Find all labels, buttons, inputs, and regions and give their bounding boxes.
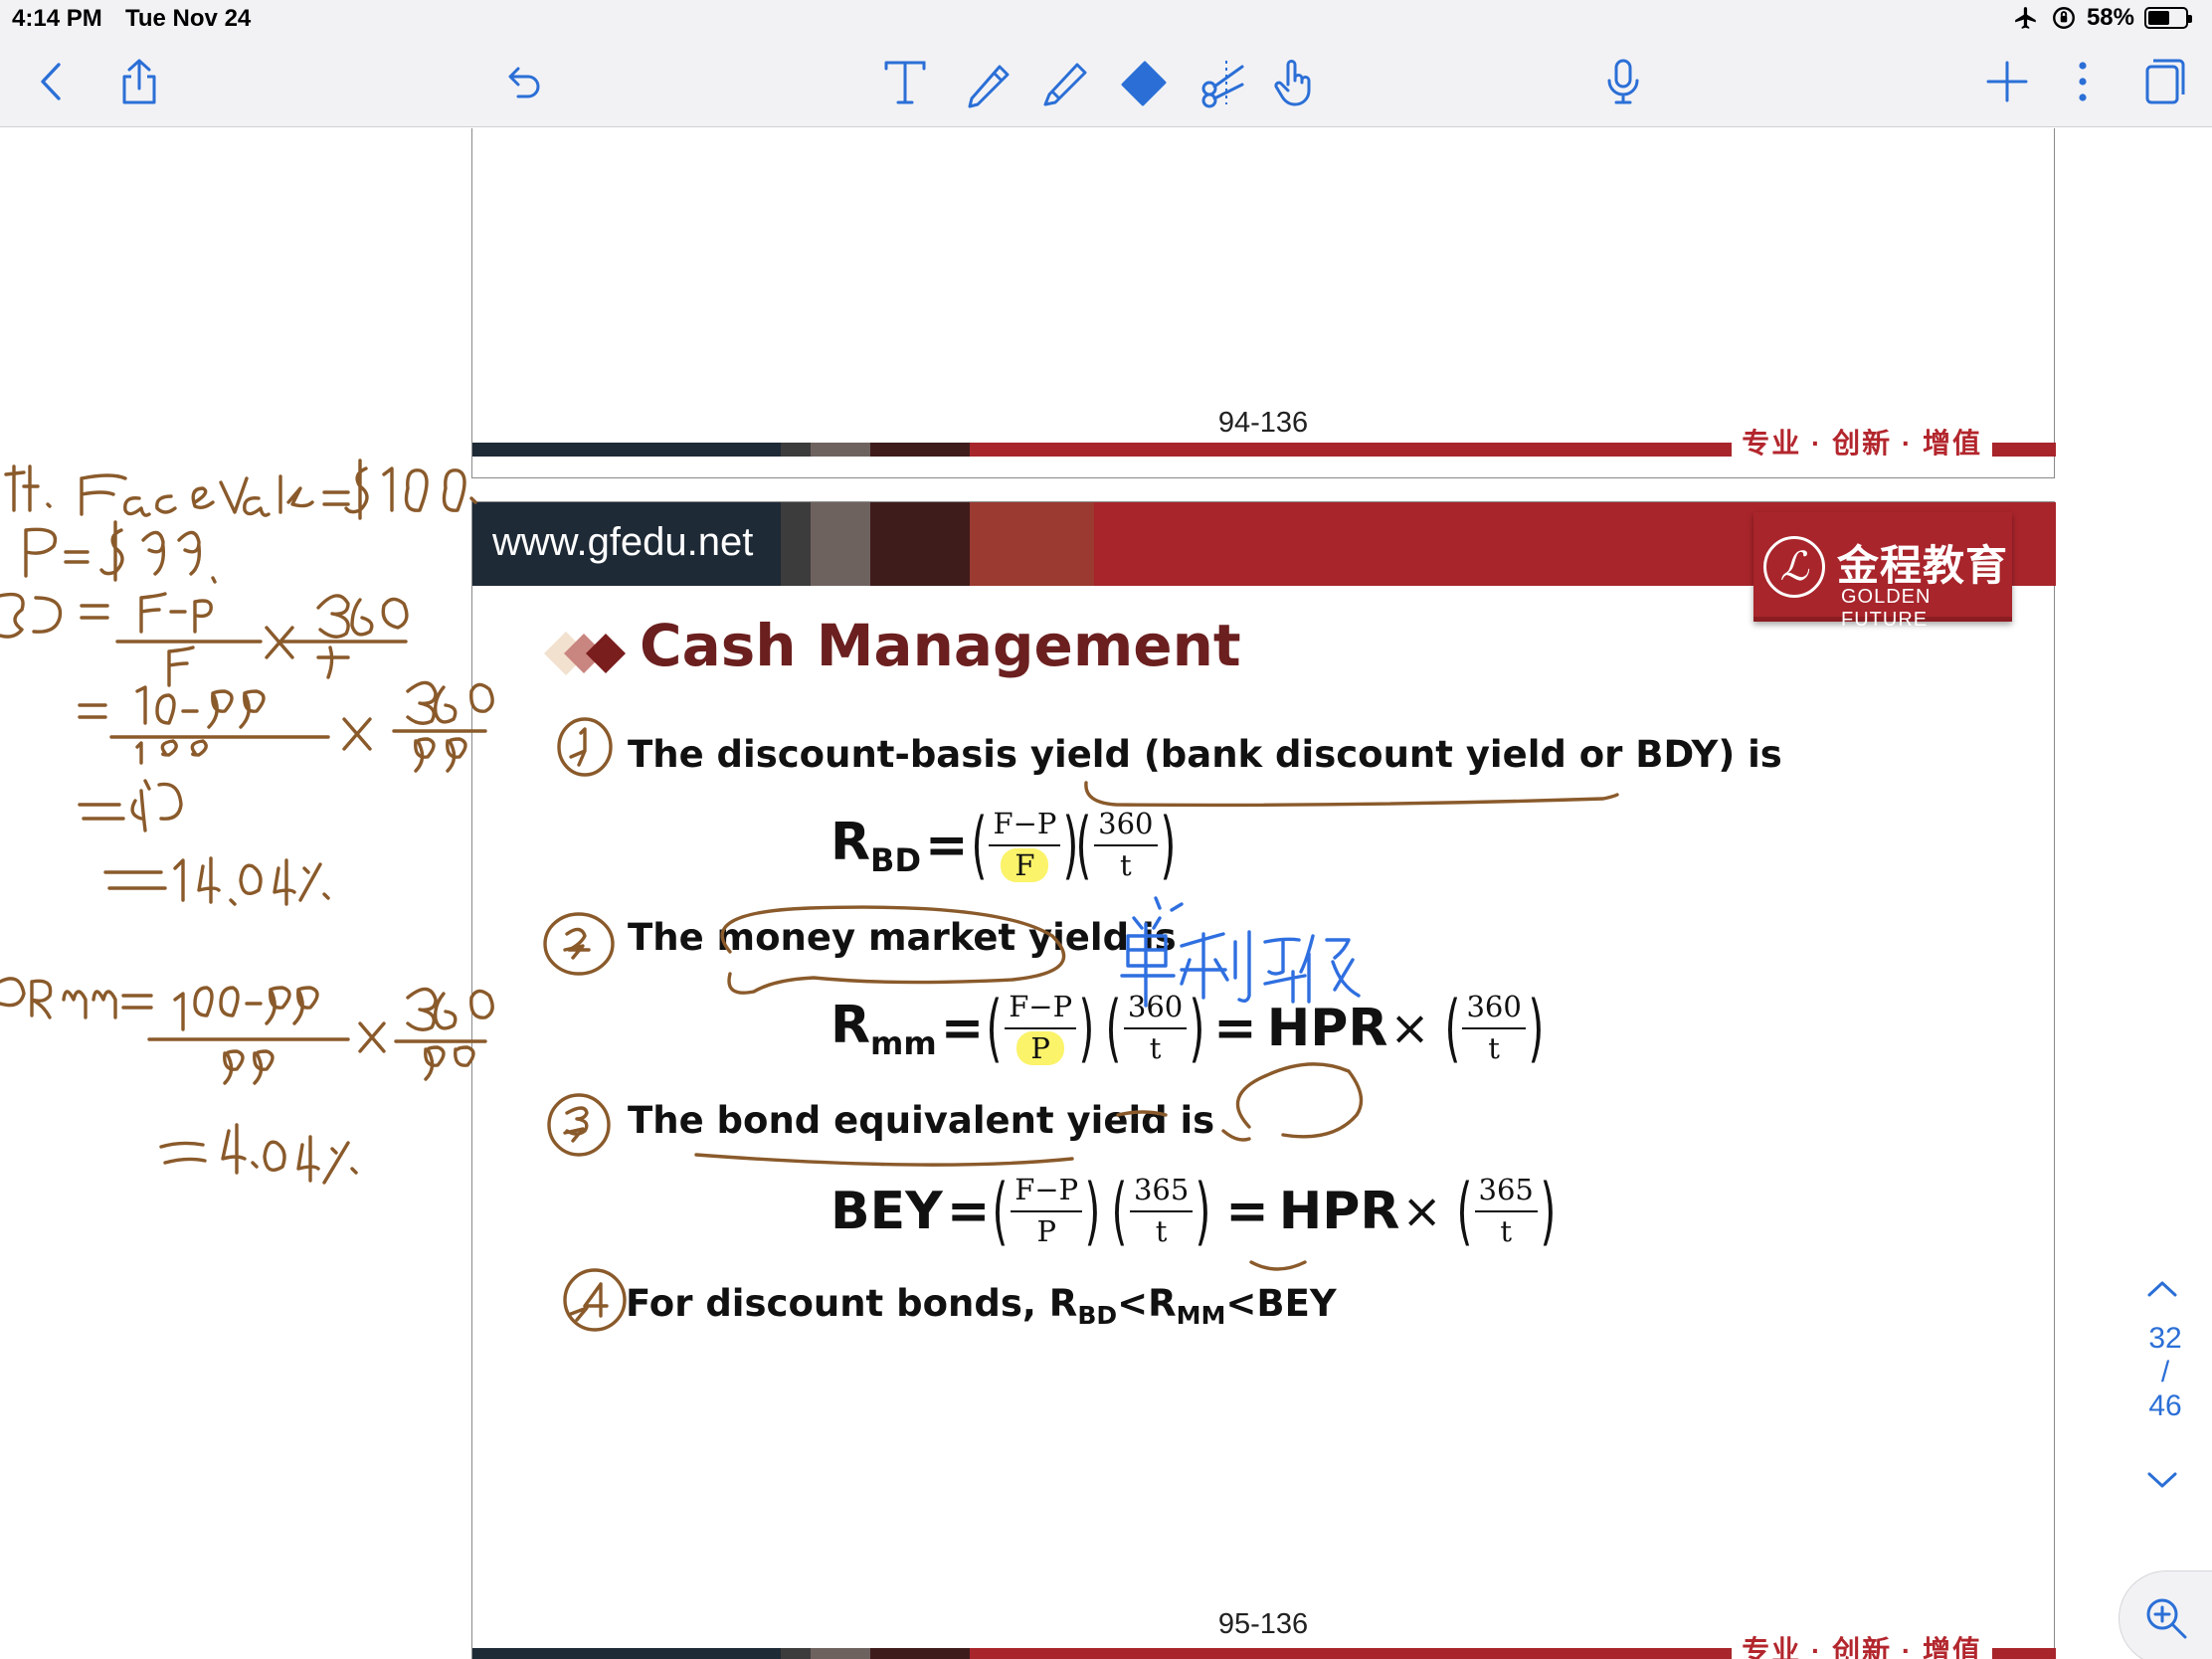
formula-rmm: Rmm = (F−P P) (360 t) = HPR × (360 t) (830, 986, 1545, 1071)
previous-page[interactable]: 94-136 专业 · 创新 · 增值 (471, 128, 2056, 478)
footer-slogan: 专业 · 创新 · 增值 (1732, 429, 1992, 459)
formula-lhs: RBD (830, 812, 921, 879)
record-audio-button[interactable] (1593, 52, 1653, 111)
pen-tool-button[interactable] (957, 52, 1016, 111)
title-diamonds-icon (544, 632, 626, 675)
eraser-tool-button[interactable] (1114, 52, 1174, 111)
lasso-icon (1201, 61, 1244, 108)
eraser-icon (1121, 61, 1167, 106)
add-button[interactable] (1977, 52, 2037, 111)
footer-slogan: 专业 · 创新 · 增值 (1732, 1636, 1992, 1659)
status-indicators: 58% (2011, 4, 2192, 32)
pages-icon (2145, 59, 2185, 104)
formula-lhs: Rmm (830, 995, 937, 1062)
logo-chinese-name: 金程教育 (1837, 542, 2009, 589)
orientation-lock-icon (2053, 7, 2075, 29)
highlight-mark: P (1016, 1031, 1064, 1065)
total-page-number: 46 (2148, 1389, 2182, 1422)
golden-future-logo: ℒ 金程教育 GOLDEN FUTURE (1753, 512, 2012, 631)
battery-percent: 58% (2086, 4, 2134, 31)
text-tool-icon (884, 61, 926, 104)
page-separator: / (2160, 1356, 2170, 1388)
undo-button[interactable] (493, 52, 553, 111)
next-page-button[interactable] (2132, 1455, 2192, 1505)
pages-button[interactable] (2132, 52, 2192, 111)
formula-rbd: RBD = (F−P F) (360 t) (830, 803, 1176, 888)
slide-title: Cash Management (640, 612, 1241, 679)
pencil-tool-button[interactable] (1034, 52, 1094, 111)
current-page[interactable]: www.gfedu.net ℒ 金程教育 GOLDEN FUTURE Cash … (471, 501, 2056, 1659)
toolbar (0, 38, 2212, 127)
highlight-mark: F (1001, 848, 1049, 882)
previous-page-button[interactable] (2132, 1264, 2192, 1314)
logo-english-name: GOLDEN FUTURE (1841, 586, 1932, 631)
microphone-icon (1607, 59, 1639, 104)
page-indicator[interactable]: 32 / 46 (2128, 1322, 2202, 1423)
battery-icon (2144, 7, 2192, 29)
share-button[interactable] (109, 52, 169, 111)
logo-emblem-icon: ℒ (1763, 536, 1825, 598)
formula-bey: BEY = (F−P P) (365 t) = HPR × (365 t) (830, 1169, 1557, 1254)
back-icon (41, 63, 61, 100)
zoom-button[interactable] (2119, 1570, 2212, 1659)
chevron-down-icon (2147, 1472, 2177, 1488)
hand-tool-button[interactable] (1265, 52, 1325, 111)
highlighter-icon (1043, 63, 1087, 106)
zoom-in-icon (2146, 1598, 2187, 1639)
hand-pointer-icon (1274, 60, 1311, 106)
bullet-money-market-yield: The money market yield is (628, 916, 1177, 959)
pen-icon (968, 65, 1010, 108)
document-canvas[interactable]: 94-136 专业 · 创新 · 增值 www.gfedu.net ℒ 金程教育… (0, 128, 2212, 1659)
current-page-number: 32 (2148, 1322, 2182, 1355)
chevron-up-icon (2147, 1281, 2177, 1297)
bullet-discount-yield: The discount-basis yield (bank discount … (628, 733, 1782, 776)
undo-icon (508, 67, 540, 98)
status-time: 4:14 PM (12, 5, 102, 32)
status-date: Tue Nov 24 (125, 5, 252, 32)
share-icon (122, 59, 156, 104)
more-icon (2079, 62, 2087, 101)
status-bar: 4:14 PM Tue Nov 24 58% (0, 0, 2212, 38)
back-button[interactable] (22, 52, 82, 111)
bullet-bond-equivalent-yield: The bond equivalent yield is (628, 1099, 1215, 1142)
site-url: www.gfedu.net (492, 520, 754, 564)
bullet-discount-bonds: For discount bonds, RBD<RMM<BEY (626, 1282, 1337, 1330)
lasso-tool-button[interactable] (1194, 52, 1253, 111)
more-button[interactable] (2053, 52, 2113, 111)
add-icon (1986, 61, 2028, 102)
text-tool-button[interactable] (875, 52, 935, 111)
airplane-mode-icon (2015, 7, 2036, 29)
